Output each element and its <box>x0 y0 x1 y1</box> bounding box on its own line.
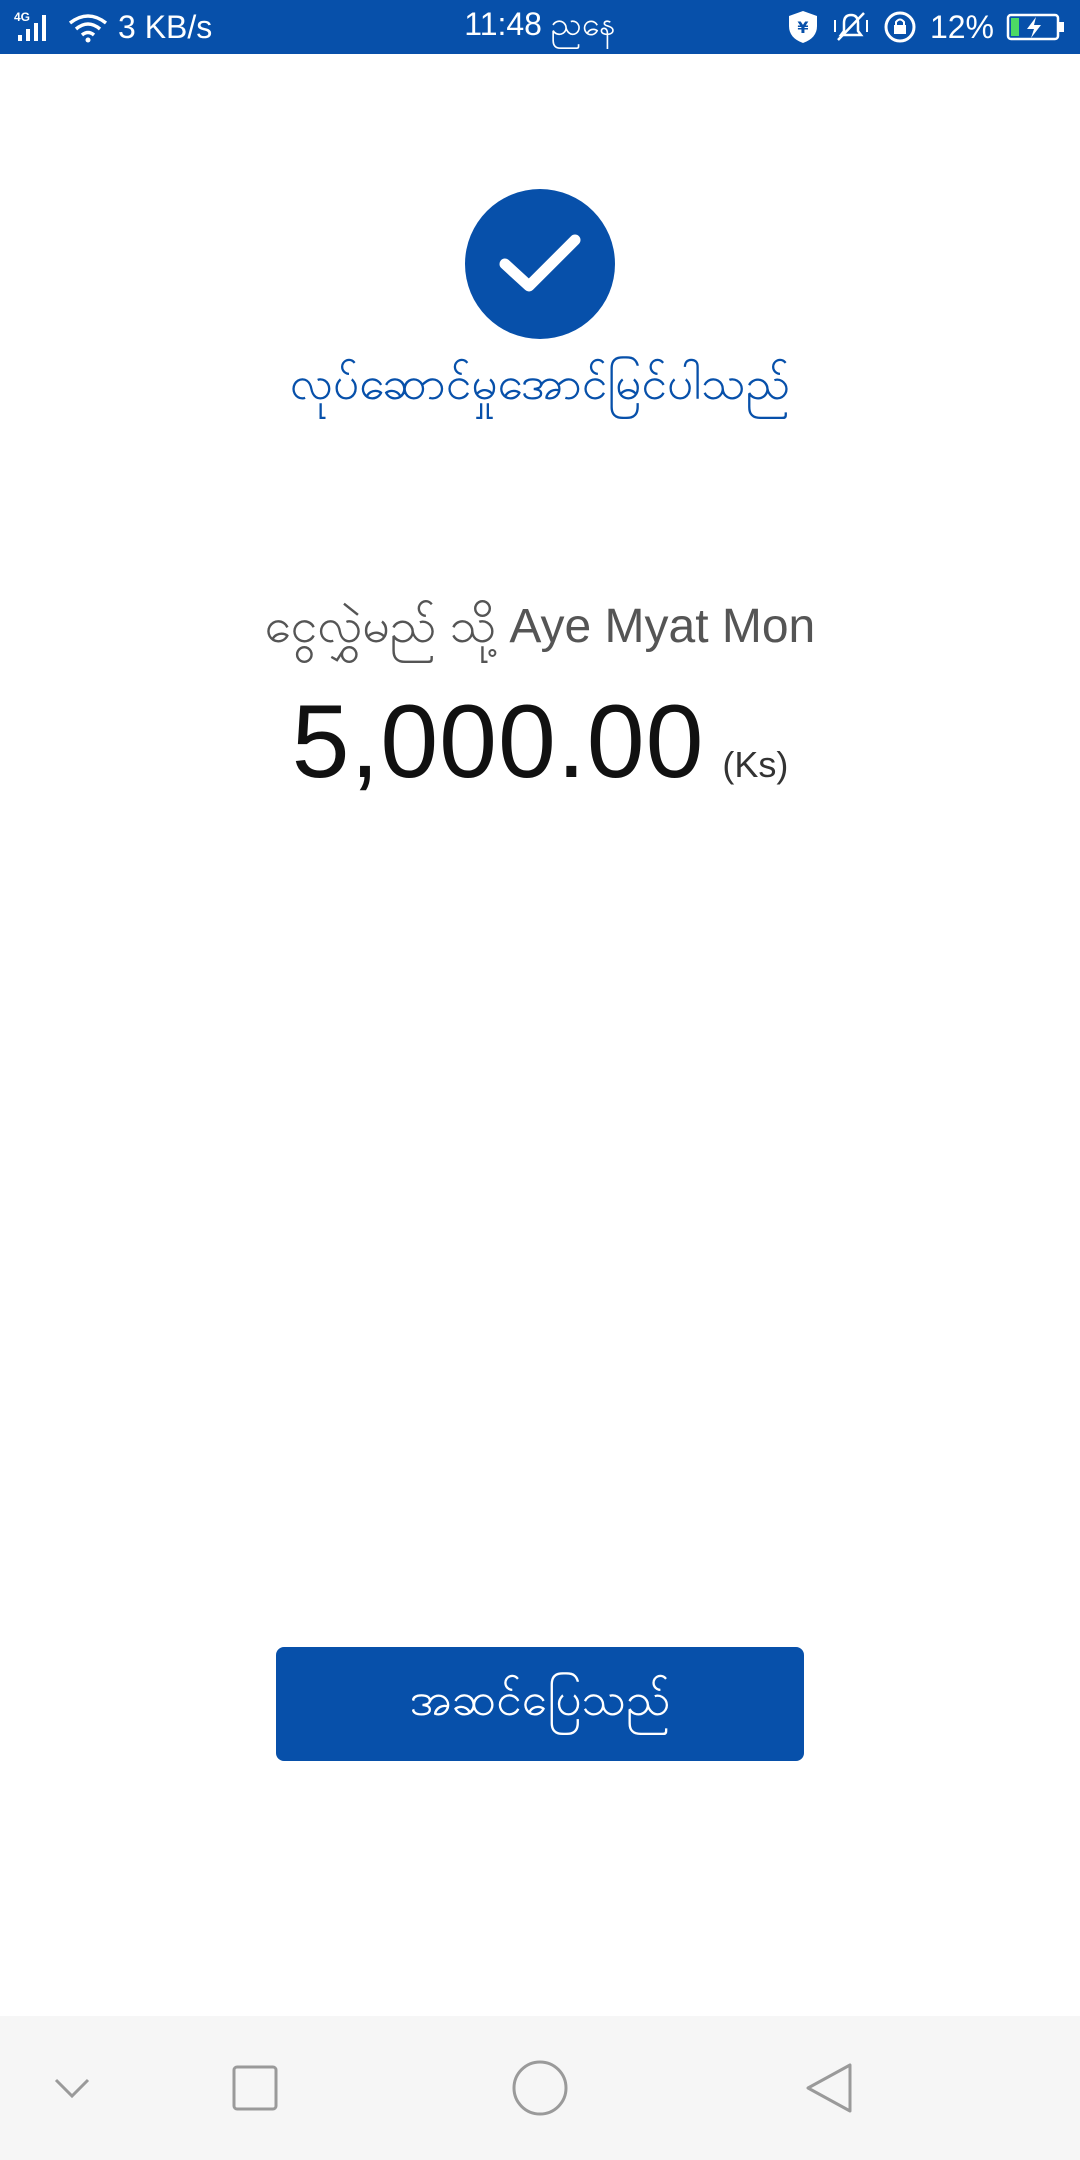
clock: 11:48 ညနေ <box>464 6 616 42</box>
checkmark-icon <box>499 234 581 292</box>
payment-success-screen: 4G 3 KB/s 11:48 ညနေ ¥ 12% လုပ်ဆောင်မှုအေ… <box>0 0 1080 2160</box>
vibrate-mute-icon <box>832 10 870 44</box>
signal-icon: 4G <box>14 9 58 45</box>
recipient-prefix: ငွေလွှဲမည် သို့ <box>264 600 496 653</box>
home-icon <box>512 2060 568 2116</box>
recipient-name: Aye Myat Mon <box>509 600 816 653</box>
rotation-lock-icon <box>882 9 918 45</box>
yuan-shield-icon: ¥ <box>786 9 820 45</box>
network-speed: 3 KB/s <box>118 8 213 45</box>
done-button[interactable]: အဆင်ပြေသည် <box>276 1647 804 1761</box>
recent-apps-icon <box>232 2065 278 2111</box>
nav-home-button[interactable] <box>470 2016 610 2160</box>
navigation-bar <box>0 2016 1080 2160</box>
back-icon <box>806 2063 852 2113</box>
success-badge <box>465 189 615 339</box>
status-bar-right: ¥ 12% <box>786 0 1066 54</box>
battery-percent: 12% <box>929 8 994 45</box>
amount-currency: (Ks) <box>722 744 789 785</box>
recipient-line: ငွေလွှဲမည် သို့ Aye Myat Mon <box>0 596 1080 666</box>
battery-charging-icon <box>1006 12 1066 42</box>
status-bar: 4G 3 KB/s 11:48 ညနေ ¥ 12% <box>0 0 1080 54</box>
svg-text:¥: ¥ <box>797 18 808 37</box>
wifi-icon <box>68 11 108 43</box>
nav-hide-button[interactable] <box>2 2016 142 2160</box>
success-message: လုပ်ဆောင်မှုအောင်မြင်ပါသည် <box>289 356 791 410</box>
nav-recent-apps-button[interactable] <box>185 2016 325 2160</box>
nav-back-button[interactable] <box>760 2016 900 2160</box>
amount-value: 5,000.00 <box>291 684 705 800</box>
status-bar-left: 4G 3 KB/s <box>14 0 212 54</box>
network-type-label: 4G <box>14 10 30 24</box>
amount-line: 5,000.00 (Ks) <box>0 690 1080 794</box>
chevron-down-icon <box>54 2078 90 2099</box>
